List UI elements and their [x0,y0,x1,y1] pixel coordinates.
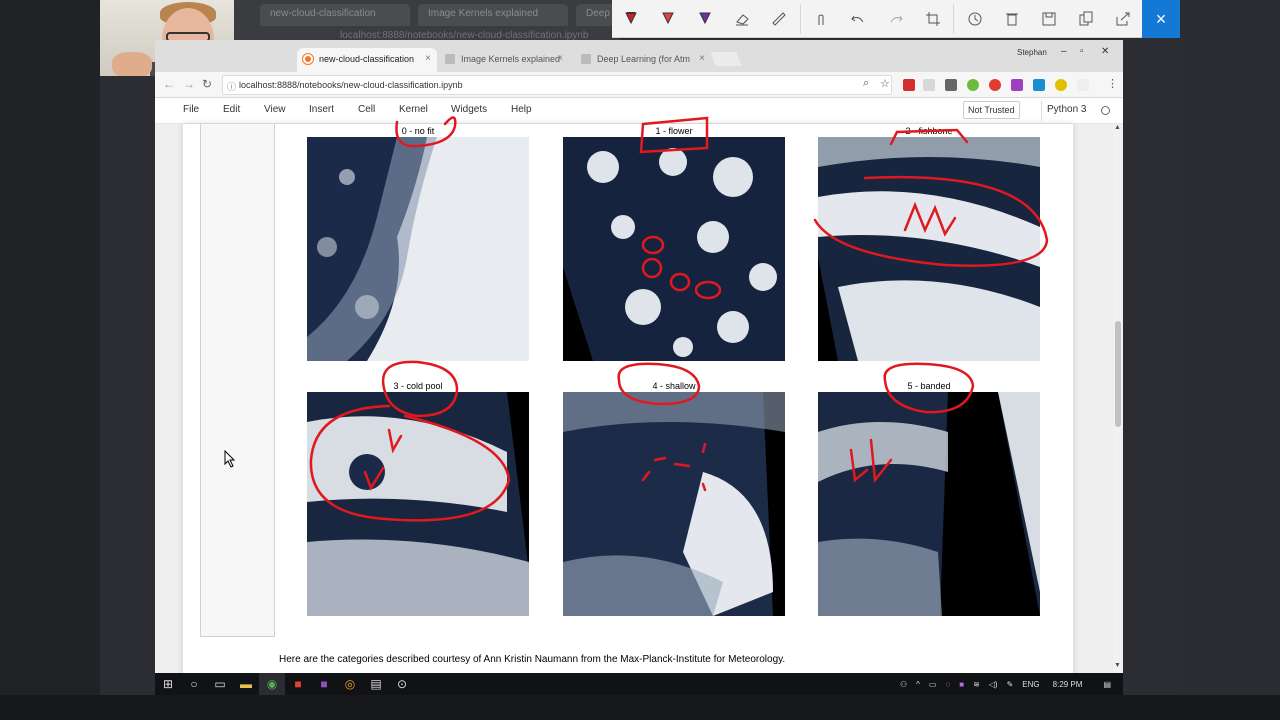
annotation-toolbar [612,0,1142,38]
onenote-icon[interactable]: ■ [311,673,337,695]
ruler-icon[interactable] [761,0,798,38]
language-indicator[interactable]: ENG [1022,680,1039,689]
red-pen-2-icon[interactable] [649,0,686,38]
scrollbar[interactable]: ▲ ▼ [1113,124,1123,675]
battery-icon[interactable]: ▭ [929,680,937,689]
pen-icon[interactable]: ✎ [1007,680,1014,689]
redo-icon[interactable] [877,0,914,38]
notification-icon[interactable]: ▤ [1103,680,1111,689]
history-icon[interactable] [956,0,993,38]
app-icon[interactable]: ◎ [337,673,363,695]
close-annotation-button[interactable]: × [1142,0,1180,38]
markdown-caption: Here are the categories described courte… [279,654,786,665]
terminal-icon[interactable]: ▤ [363,673,389,695]
desktop-right [1180,0,1280,720]
chevron-up-icon[interactable]: ^ [916,680,920,689]
windows-taskbar: ⊞ ○ ▭ ▬ ◉ ■ ■ ◎ ▤ ⊙ ⚇ ^ ▭ ◌ ■ ≋ ◁) ✎ ENG… [155,673,1123,695]
task-view-icon[interactable]: ▭ [207,673,233,695]
file-explorer-icon[interactable]: ▬ [233,673,259,695]
volume-icon[interactable]: ◁) [989,680,998,689]
desktop-bottom [0,695,1280,720]
search-icon[interactable]: ○ [181,673,207,695]
toolbar-divider [799,3,801,34]
mouse-cursor-icon [224,450,236,468]
share-icon[interactable] [1105,0,1142,38]
system-tray: ⚇ ^ ▭ ◌ ■ ≋ ◁) ✎ ENG 8:29 PM ▤ [900,673,1111,695]
scroll-up-icon[interactable]: ▲ [1114,124,1121,131]
clock[interactable]: 8:29 PM [1053,680,1083,689]
touch-write-icon[interactable] [803,0,840,38]
app-icon[interactable]: ⊙ [389,673,415,695]
background-tab: Deep [576,4,616,26]
browser-window: new-cloud-classification × Image Kernels… [155,40,1123,675]
copy-icon[interactable] [1068,0,1105,38]
people-icon[interactable]: ⚇ [900,680,907,689]
crop-icon[interactable] [914,0,951,38]
save-icon[interactable] [1031,0,1068,38]
desktop-left [0,0,100,720]
onenote-tray-icon[interactable]: ■ [959,680,964,689]
pen-annotations [309,116,1049,522]
wifi-icon[interactable]: ≋ [973,680,980,689]
background-tab: Image Kernels explained [418,4,568,26]
toolbar-divider [953,3,955,34]
red-pen-icon[interactable] [612,0,649,38]
background-tab: new-cloud-classification [260,4,410,26]
screen: new-cloud-classification Image Kernels e… [0,0,1280,720]
network-icon[interactable]: ◌ [945,680,950,689]
scroll-thumb[interactable] [1115,321,1121,427]
eraser-icon[interactable] [723,0,760,38]
undo-icon[interactable] [840,0,877,38]
windows-start-icon[interactable]: ⊞ [155,673,181,695]
pdf-app-icon[interactable]: ■ [285,673,311,695]
purple-highlighter-icon[interactable] [686,0,723,38]
scroll-down-icon[interactable]: ▼ [1114,662,1121,669]
delete-icon[interactable] [993,0,1030,38]
chrome-icon[interactable]: ◉ [259,673,285,695]
